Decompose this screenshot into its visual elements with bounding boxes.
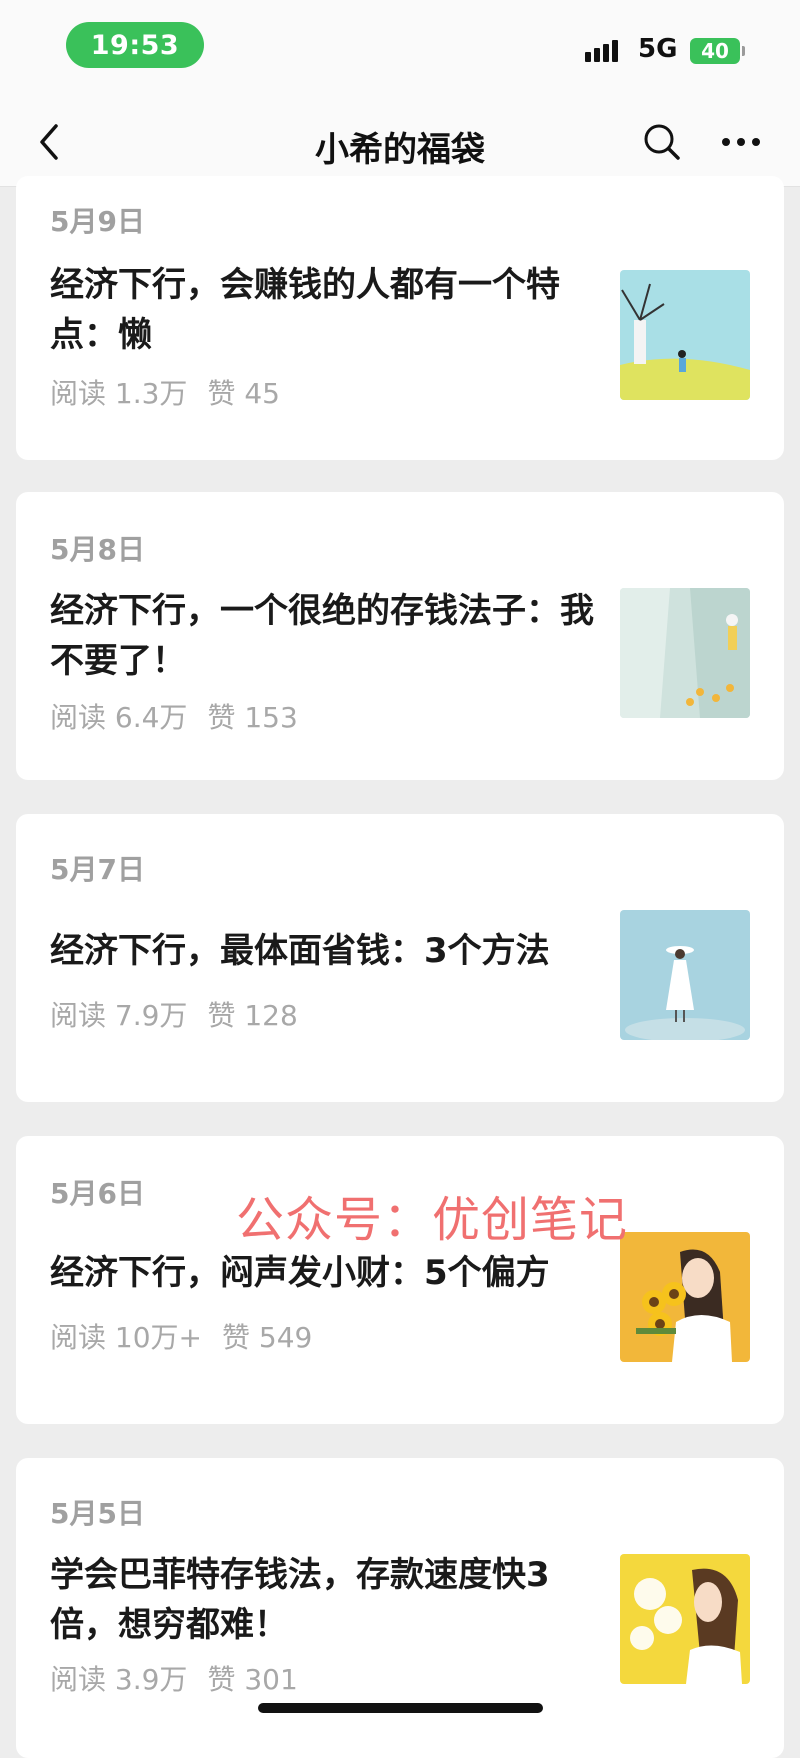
- like-count: 赞 153: [207, 701, 298, 734]
- article-title: 经济下行，闷声发小财：5个偏方: [50, 1253, 550, 1293]
- article-title: 学会巴菲特存钱法，存款速度快3倍，想穷都难！: [50, 1555, 550, 1645]
- article-title: 经济下行，会赚钱的人都有一个特点：懒: [50, 265, 560, 355]
- more-button[interactable]: [716, 120, 766, 164]
- article-title: 经济下行，一个很绝的存钱法子：我不要了！: [50, 591, 594, 681]
- search-icon: [644, 124, 680, 160]
- article-meta: 阅读 3.9万赞 301: [50, 1658, 318, 1698]
- more-icon: [722, 138, 760, 146]
- windmill-girl-image: [620, 270, 750, 400]
- article-card[interactable]: 5月7日 经济下行，最体面省钱：3个方法 阅读 7.9万赞 128: [16, 814, 784, 1102]
- read-count: 阅读 10万+: [50, 1321, 202, 1354]
- article-date: 5月8日: [50, 533, 145, 566]
- read-count: 阅读 3.9万: [50, 1663, 188, 1696]
- home-indicator[interactable]: [258, 1703, 543, 1713]
- article-meta: 阅读 10万+ 赞 549: [50, 1316, 332, 1356]
- network-type: 5G: [638, 34, 678, 64]
- nav-bar: 小希的福袋: [0, 100, 800, 187]
- article-meta: 阅读 7.9万赞 128: [50, 994, 318, 1034]
- like-count: 赞 45: [207, 377, 280, 410]
- like-count: 赞 549: [222, 1321, 313, 1354]
- article-meta: 阅读 6.4万赞 153: [50, 696, 318, 736]
- dandelion-girl-image: [620, 1554, 750, 1684]
- status-bar: 19:53 5G 40: [0, 0, 800, 100]
- read-count: 阅读 1.3万: [50, 377, 188, 410]
- read-count: 阅读 6.4万: [50, 701, 188, 734]
- battery-level: 40: [701, 39, 729, 63]
- battery-icon: 40: [690, 38, 745, 64]
- read-count: 阅读 7.9万: [50, 999, 188, 1032]
- watermark-text: 公众号：优创笔记: [236, 1192, 629, 1248]
- sunflower-girl-image: [620, 1232, 750, 1362]
- signal-icon: [585, 40, 618, 62]
- flower-corridor-image: [620, 588, 750, 718]
- article-card[interactable]: 5月8日 经济下行，一个很绝的存钱法子：我不要了！ 阅读 6.4万赞 153: [16, 492, 784, 780]
- article-date: 5月9日: [50, 205, 145, 238]
- article-card[interactable]: 5月9日 经济下行，会赚钱的人都有一个特点：懒 阅读 1.3万赞 45: [16, 176, 784, 460]
- like-count: 赞 301: [207, 1663, 298, 1696]
- article-date: 5月5日: [50, 1497, 145, 1530]
- article-title: 经济下行，最体面省钱：3个方法: [50, 931, 550, 971]
- search-button[interactable]: [640, 120, 684, 164]
- status-time: 19:53: [66, 22, 204, 68]
- article-date: 5月6日: [50, 1177, 145, 1210]
- article-meta: 阅读 1.3万赞 45: [50, 372, 300, 412]
- girl-white-dress-image: [620, 910, 750, 1040]
- like-count: 赞 128: [207, 999, 298, 1032]
- article-card[interactable]: 5月5日 学会巴菲特存钱法，存款速度快3倍，想穷都难！ 阅读 3.9万赞 301: [16, 1458, 784, 1758]
- article-date: 5月7日: [50, 853, 145, 886]
